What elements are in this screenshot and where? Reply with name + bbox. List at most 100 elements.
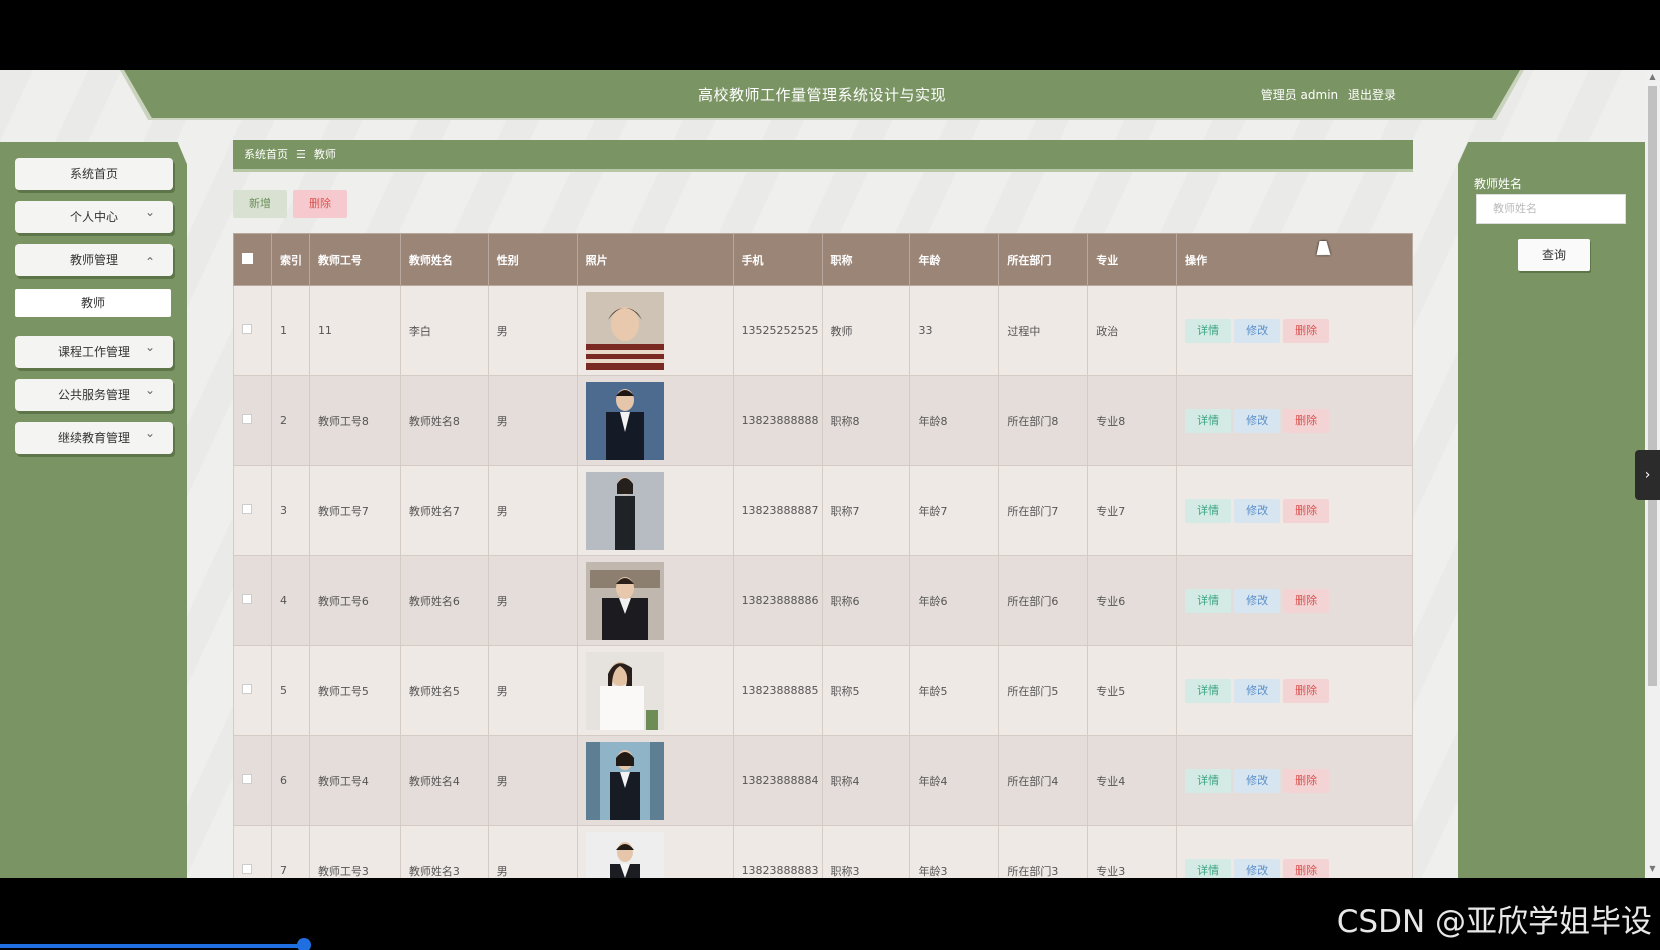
sidebar-item-continuing-education[interactable]: 继续教育管理 ⌄ [15,422,173,454]
chevron-down-icon: ⌄ [144,340,155,354]
detail-button[interactable]: 详情 [1185,678,1232,703]
delete-button[interactable]: 删除 [1283,768,1330,793]
detail-button[interactable]: 详情 [1185,318,1232,343]
sidebar-subitem-teacher[interactable]: 教师 [15,289,171,317]
photo-cell [576,825,734,879]
column-header-major: 专业 [1087,233,1178,286]
title-cell: 职称5 [821,645,911,736]
edit-button[interactable]: 修改 [1234,858,1281,878]
teacher-photo[interactable] [585,741,664,820]
teacher-name-cell: 教师姓名7 [399,465,489,556]
title-cell: 职称6 [821,555,911,646]
detail-button[interactable]: 详情 [1185,588,1232,613]
teacher-id-cell: 教师工号8 [308,375,401,466]
scroll-down-icon[interactable]: ▼ [1647,864,1658,876]
chevron-down-icon: ⌄ [144,426,155,440]
sidebar-item-course-work[interactable]: 课程工作管理 ⌄ [15,336,173,368]
column-header-phone: 手机 [732,233,823,286]
table-row: 5 教师工号5 教师姓名5 男 13823888885 职称5 年龄5 所在部门5 专业5 详情修… [233,645,1413,736]
breadcrumb-current: 教师 [313,148,336,161]
detail-button[interactable]: 详情 [1185,768,1232,793]
row-select-cell[interactable] [233,825,272,878]
mouse-cursor-icon [1316,241,1334,255]
photo-cell [576,555,734,646]
search-panel: 教师姓名 教师姓名 查询 [1458,142,1660,878]
select-all-checkbox[interactable] [242,252,253,264]
delete-button[interactable]: 删除 [1283,588,1330,613]
teacher-photo[interactable] [585,471,664,550]
edit-button[interactable]: 修改 [1234,498,1281,523]
delete-button[interactable]: 删除 [1283,498,1330,523]
row-select-cell[interactable] [233,285,272,376]
teacher-photo[interactable] [585,651,664,730]
edit-button[interactable]: 修改 [1234,318,1281,343]
teacher-photo[interactable] [585,381,664,460]
row-checkbox[interactable] [242,324,252,334]
row-checkbox[interactable] [242,684,252,694]
video-progress-bar[interactable] [0,944,306,948]
app-window: 高校教师工作量管理系统设计与实现 管理员 admin 退出登录 系统首页 个人中… [0,70,1660,878]
sidebar-item-personal-center[interactable]: 个人中心 ⌄ [15,201,173,233]
sidebar-item-label: 继续教育管理 [57,431,130,445]
row-select-cell[interactable] [233,645,272,736]
delete-button[interactable]: 删除 [1283,408,1330,433]
search-button[interactable]: 查询 [1518,239,1590,271]
add-button[interactable]: 新增 [233,190,287,218]
sidebar-item-home[interactable]: 系统首页 [15,158,173,190]
edit-button[interactable]: 修改 [1234,768,1281,793]
teacher-photo[interactable] [585,561,664,640]
teacher-photo[interactable] [585,831,664,879]
row-checkbox[interactable] [242,774,252,784]
table-row: 3 教师工号7 教师姓名7 男 13823888887 职称7 年龄7 所在部门7 专业7 详情修… [233,465,1413,556]
row-select-cell[interactable] [233,555,272,646]
video-progress-handle[interactable] [297,938,311,950]
major-cell: 专业4 [1087,735,1178,826]
teacher-photo[interactable] [585,291,664,370]
breadcrumb-home[interactable]: 系统首页 [244,148,288,161]
teacher-name-cell: 教师姓名4 [399,735,489,826]
phone-cell: 13823888886 [732,555,823,646]
admin-label: 管理员 admin [1260,88,1339,102]
edit-button[interactable]: 修改 [1234,678,1281,703]
table-row: 2 教师工号8 教师姓名8 男 13823888888 职称8 年龄8 所在部门8 专业8 详情修… [233,375,1413,466]
row-checkbox[interactable] [242,414,252,424]
delete-button[interactable]: 删除 [1283,318,1330,343]
index-cell: 6 [270,735,310,826]
delete-button[interactable]: 删除 [1283,858,1330,878]
scrollbar-thumb[interactable] [1648,86,1657,686]
logout-link[interactable]: 退出登录 [1348,88,1396,102]
detail-button[interactable]: 详情 [1185,858,1232,878]
edit-button[interactable]: 修改 [1234,408,1281,433]
row-select-cell[interactable] [233,735,272,826]
gender-cell: 男 [487,825,578,878]
index-cell: 7 [270,825,310,878]
chevron-down-icon: ⌄ [144,383,155,397]
actions-cell: 详情 修改 删除 [1176,645,1413,736]
age-cell: 年龄6 [909,555,1000,646]
actions-cell: 详情 修改 删除 [1176,375,1413,466]
user-area: 管理员 admin 退出登录 [1255,86,1396,103]
teacher-name-search-input[interactable]: 教师姓名 [1476,194,1626,224]
major-cell: 专业8 [1087,375,1178,466]
edit-button[interactable]: 修改 [1234,588,1281,613]
actions-cell: 详情 修改 删除 [1176,825,1413,878]
sidebar-item-label: 个人中心 [69,210,118,224]
select-all-cell[interactable] [233,233,272,286]
table-row: 6 教师工号4 教师姓名4 男 13823888884 职称4 年龄4 所在部门4 专业4 详情修… [233,735,1413,826]
chevron-right-icon[interactable]: › [1635,450,1660,500]
department-cell: 过程中 [998,285,1089,376]
sidebar-item-teacher-management[interactable]: 教师管理 ⌃ [15,244,173,276]
batch-delete-button[interactable]: 删除 [293,190,347,218]
phone-cell: 13823888887 [732,465,823,556]
detail-button[interactable]: 详情 [1185,408,1232,433]
row-select-cell[interactable] [233,465,272,556]
row-checkbox[interactable] [242,504,252,514]
row-checkbox[interactable] [242,864,252,874]
scroll-up-icon[interactable]: ▲ [1647,72,1658,84]
row-select-cell[interactable] [233,375,272,466]
detail-button[interactable]: 详情 [1185,498,1232,523]
row-checkbox[interactable] [242,594,252,604]
title-cell: 职称4 [821,735,911,826]
sidebar-item-public-service[interactable]: 公共服务管理 ⌄ [15,379,173,411]
delete-button[interactable]: 删除 [1283,678,1330,703]
